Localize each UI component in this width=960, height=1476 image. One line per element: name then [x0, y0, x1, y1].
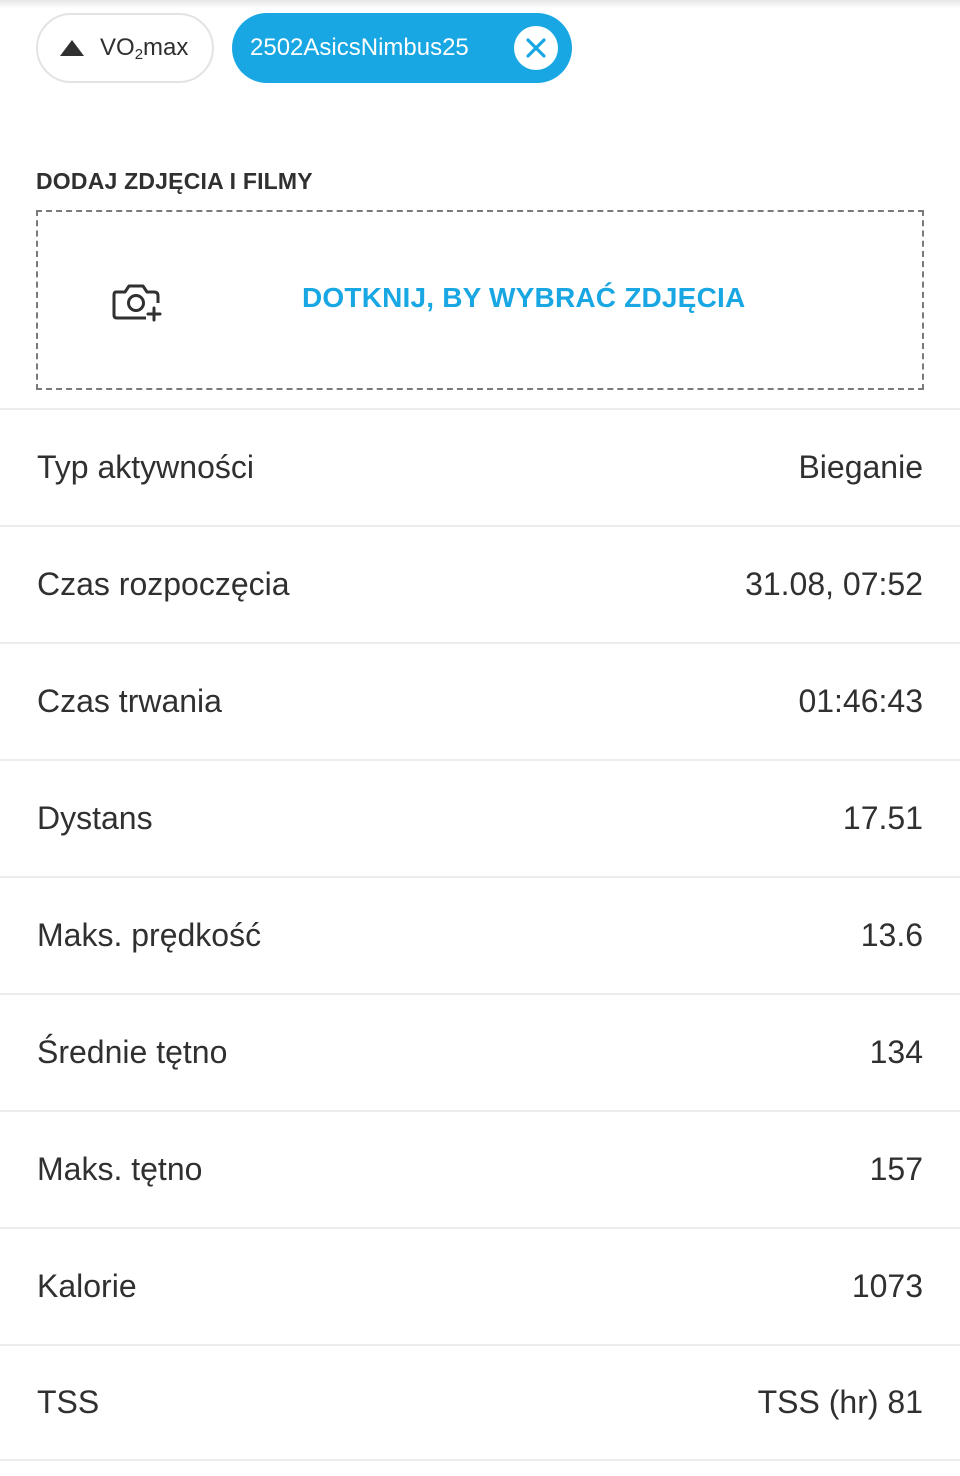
calories-row[interactable]: Kalorie 1073 [0, 1227, 960, 1344]
row-value: 134 [869, 1034, 923, 1070]
activity-type-row[interactable]: Typ aktywności Bieganie [0, 408, 960, 525]
row-value: TSS (hr) 81 [757, 1384, 923, 1420]
max-heart-rate-row[interactable]: Maks. tętno 157 [0, 1110, 960, 1227]
shoe-tag-label: 2502AsicsNimbus25 [250, 34, 469, 61]
row-value: 01:46:43 [798, 683, 923, 719]
media-section-title: DODAJ ZDJĘCIA I FILMY [36, 168, 313, 194]
top-shadow [0, 0, 960, 8]
row-label: Maks. prędkość [37, 917, 262, 953]
activity-details-list: Typ aktywności Bieganie Czas rozpoczęcia… [0, 408, 960, 1461]
duration-row[interactable]: Czas trwania 01:46:43 [0, 642, 960, 759]
row-label: Typ aktywności [37, 449, 254, 485]
row-label: Kalorie [37, 1268, 137, 1304]
shoe-tag-chip[interactable]: 2502AsicsNimbus25 [232, 13, 572, 83]
triangle-up-icon [60, 40, 84, 56]
row-value: 13.6 [860, 917, 923, 953]
row-value: 17.51 [842, 800, 923, 836]
row-label: Maks. tętno [37, 1151, 203, 1187]
row-value: 31.08, 07:52 [745, 566, 923, 602]
vo2max-chip-label: VO2max [100, 33, 189, 63]
row-label: Dystans [37, 800, 153, 836]
start-time-row[interactable]: Czas rozpoczęcia 31.08, 07:52 [0, 525, 960, 642]
distance-row[interactable]: Dystans 17.51 [0, 759, 960, 876]
row-label: Czas trwania [37, 683, 222, 719]
camera-add-icon [112, 282, 164, 327]
upload-label[interactable]: DOTKNIJ, BY WYBRAĆ ZDJĘCIA [302, 282, 745, 314]
row-value: Bieganie [798, 449, 923, 485]
close-icon[interactable] [514, 26, 558, 70]
vo2max-chip[interactable]: VO2max [36, 13, 214, 83]
row-label: Czas rozpoczęcia [37, 566, 290, 602]
tss-row[interactable]: TSS TSS (hr) 81 [0, 1344, 960, 1461]
max-speed-row[interactable]: Maks. prędkość 13.6 [0, 876, 960, 993]
row-label: TSS [37, 1384, 100, 1420]
tag-chips: VO2max 2502AsicsNimbus25 [36, 13, 572, 83]
photo-upload-area[interactable]: DOTKNIJ, BY WYBRAĆ ZDJĘCIA [36, 210, 924, 390]
avg-heart-rate-row[interactable]: Średnie tętno 134 [0, 993, 960, 1110]
row-value: 1073 [851, 1268, 923, 1304]
row-value: 157 [869, 1151, 923, 1187]
row-label: Średnie tętno [37, 1034, 228, 1070]
